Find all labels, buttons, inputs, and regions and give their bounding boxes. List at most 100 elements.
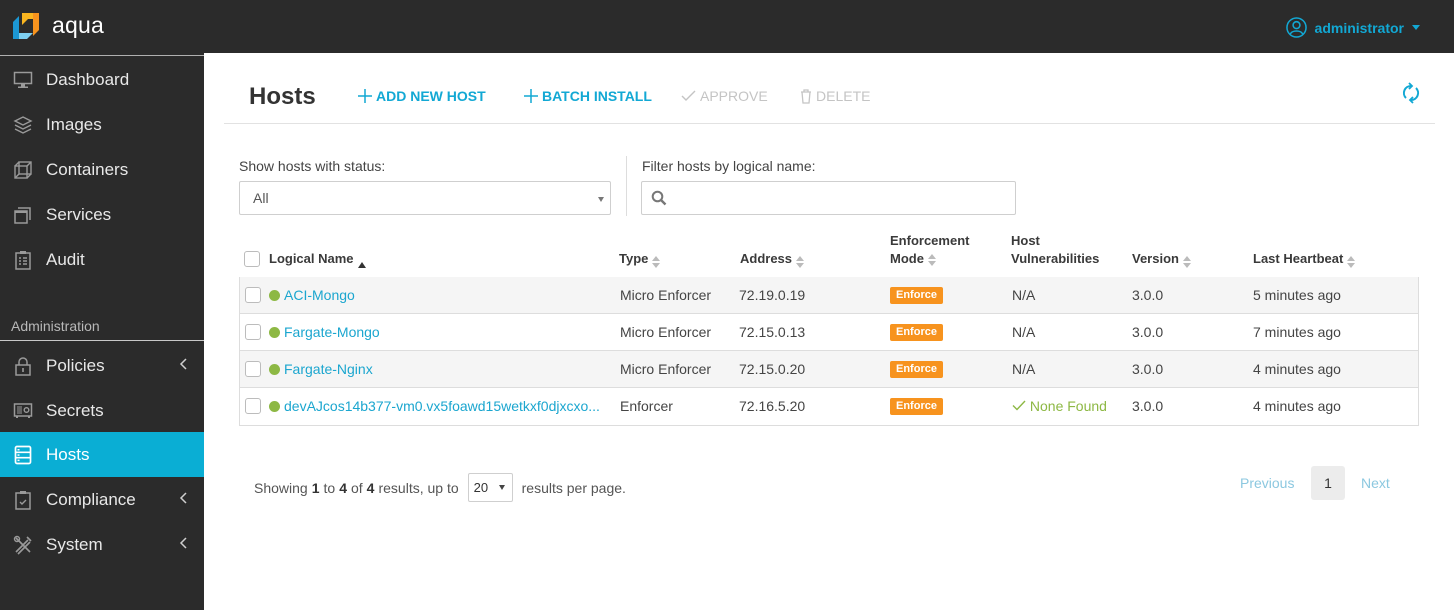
next-page-button[interactable]: Next [1361, 475, 1390, 491]
vulnerabilities-status: None Found [1029, 398, 1107, 414]
sidebar-item-containers[interactable]: Containers [0, 147, 204, 192]
plus-icon [358, 89, 372, 103]
page-title: Hosts [249, 83, 316, 110]
sidebar-section-administration: Administration [11, 318, 100, 334]
sidebar-item-label: System [46, 534, 103, 554]
sidebar-item-policies[interactable]: Policies [0, 343, 204, 388]
sidebar-item-label: Compliance [46, 489, 136, 509]
name-filter-field[interactable] [641, 181, 1016, 215]
approve-button[interactable]: APPROVE [681, 88, 768, 104]
host-name-link[interactable]: devAJcos14b377-vm0.vx5foawd15wetkxf0djxc… [284, 398, 600, 414]
sidebar-item-label: Audit [46, 249, 85, 269]
row-checkbox[interactable] [245, 287, 261, 303]
enforcement-mode-badge: Enforce [890, 287, 943, 304]
sidebar-item-compliance[interactable]: Compliance [0, 477, 204, 522]
sidebar-item-label: Images [46, 114, 102, 134]
name-filter-input[interactable] [672, 186, 1007, 210]
column-label: Address [740, 251, 793, 266]
last-heartbeat: 7 minutes ago [1253, 324, 1341, 340]
select-all-checkbox[interactable] [244, 251, 260, 267]
sort-icon [1182, 256, 1191, 268]
row-checkbox[interactable] [245, 324, 261, 340]
host-vulnerabilities: N/A [1012, 324, 1036, 340]
row-checkbox[interactable] [245, 398, 261, 414]
host-vulnerabilities: N/A [1012, 361, 1036, 377]
sidebar-item-secrets[interactable]: Secrets [0, 388, 204, 433]
host-name-link[interactable]: Fargate-Mongo [284, 324, 380, 340]
host-version: 3.0.0 [1132, 398, 1164, 414]
tools-icon [13, 535, 33, 555]
per-page-select[interactable]: 20 [467, 473, 513, 502]
refresh-icon[interactable] [1400, 82, 1422, 104]
host-type: Micro Enforcer [620, 361, 712, 377]
sidebar-item-system[interactable]: System [0, 522, 204, 567]
status-filter-select[interactable]: All [239, 181, 611, 215]
chevron-left-icon [179, 492, 187, 504]
table-row: Fargate-Mongo Micro Enforcer 72.15.0.13 … [240, 314, 1418, 351]
column-label: Mode [890, 251, 924, 266]
delete-button[interactable]: DELETE [800, 88, 870, 104]
add-new-host-label: ADD NEW HOST [376, 88, 486, 104]
page-1-button[interactable]: 1 [1311, 466, 1345, 500]
column-header-enforcement-mode[interactable]: Enforcement Mode [890, 227, 969, 277]
sort-icon [1347, 256, 1356, 268]
host-name-link[interactable]: ACI-Mongo [284, 287, 355, 303]
sidebar-item-dashboard[interactable]: Dashboard [0, 57, 204, 102]
host-address: 72.16.5.20 [739, 398, 806, 414]
column-label: Logical Name [269, 251, 354, 266]
host-version: 3.0.0 [1132, 287, 1164, 303]
column-label: Last Heartbeat [1253, 251, 1344, 266]
cube-icon [13, 160, 33, 180]
caret-down-icon [598, 197, 604, 202]
user-menu[interactable]: administrator [1285, 17, 1420, 38]
plus-icon [524, 89, 538, 103]
host-name-link[interactable]: Fargate-Nginx [284, 361, 373, 377]
status-online-icon [269, 401, 280, 412]
row-checkbox[interactable] [245, 361, 261, 377]
per-page-value: 20 [473, 480, 489, 495]
last-heartbeat: 4 minutes ago [1253, 398, 1341, 414]
host-type: Enforcer [620, 398, 673, 414]
sidebar-item-audit[interactable]: Audit [0, 237, 204, 282]
last-heartbeat: 4 minutes ago [1253, 361, 1341, 377]
name-filter-label: Filter hosts by logical name: [642, 158, 816, 174]
table-row: devAJcos14b377-vm0.vx5foawd15wetkxf0djxc… [240, 388, 1418, 425]
sort-icon [652, 256, 661, 268]
host-version: 3.0.0 [1132, 324, 1164, 340]
sidebar-item-services[interactable]: Services [0, 192, 204, 237]
approve-label: APPROVE [700, 88, 768, 104]
lock-icon [13, 356, 33, 376]
column-header-address[interactable]: Address [740, 227, 805, 277]
trash-icon [801, 88, 811, 104]
host-vulnerabilities: None Found [1012, 398, 1107, 414]
column-header-logical-name[interactable]: Logical Name [269, 227, 366, 277]
sort-asc-icon [357, 262, 366, 268]
host-address: 72.15.0.20 [739, 361, 806, 377]
chevron-left-icon [179, 537, 187, 549]
status-filter-label: Show hosts with status: [239, 158, 386, 174]
enforcement-mode-badge: Enforce [890, 398, 943, 415]
user-avatar-icon [1285, 17, 1307, 38]
previous-page-button[interactable]: Previous [1240, 475, 1294, 491]
column-header-type[interactable]: Type [619, 227, 661, 277]
sidebar-item-label: Secrets [46, 400, 104, 420]
sidebar-item-hosts[interactable]: Hosts [0, 432, 204, 477]
app-name: aqua [52, 12, 104, 38]
pagination-text: results, up to [378, 479, 459, 496]
host-type: Micro Enforcer [620, 324, 712, 340]
column-header-last-heartbeat[interactable]: Last Heartbeat [1253, 227, 1356, 277]
batch-install-label: BATCH INSTALL [542, 88, 652, 104]
column-header-version[interactable]: Version [1132, 227, 1191, 277]
sidebar: Dashboard Images Containers Services Aud… [0, 53, 204, 610]
aqua-logo-icon[interactable] [13, 13, 39, 39]
sort-icon [796, 256, 805, 268]
add-new-host-button[interactable]: ADD NEW HOST [358, 88, 486, 104]
safe-icon [13, 401, 33, 421]
monitor-icon [13, 70, 33, 90]
status-filter-value: All [253, 190, 269, 206]
pagination-text: of [350, 479, 363, 496]
batch-install-button[interactable]: BATCH INSTALL [524, 88, 652, 104]
sidebar-item-label: Policies [46, 355, 105, 375]
sidebar-item-images[interactable]: Images [0, 102, 204, 147]
check-icon [681, 90, 696, 101]
